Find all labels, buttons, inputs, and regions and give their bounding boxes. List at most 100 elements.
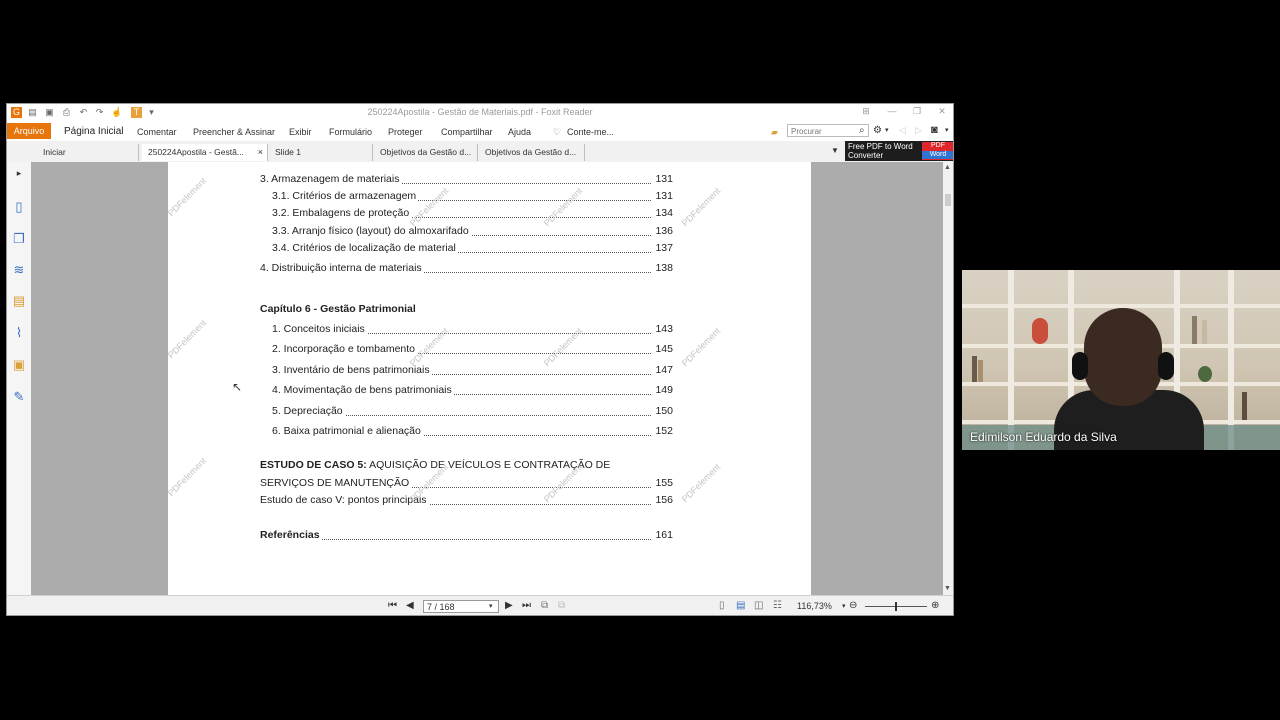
toc-entry[interactable]: 5. Depreciação 150 (260, 404, 673, 418)
menu-help[interactable]: Ajuda (508, 127, 531, 137)
zoom-dropdown-icon[interactable]: ▾ (842, 602, 846, 610)
tab-objetivos-1[interactable]: Objetivos da Gestão d... (374, 144, 478, 161)
comments-icon[interactable]: ▤ (12, 294, 26, 308)
close-button[interactable]: ✕ (935, 106, 949, 117)
person-head (1084, 308, 1162, 406)
scroll-thumb[interactable] (945, 194, 951, 206)
menu-share[interactable]: Compartilhar (441, 127, 493, 137)
next-page-icon[interactable]: ▶ (505, 600, 513, 611)
badge-pdf: PDF (931, 142, 945, 149)
document-area[interactable]: 3. Armazenagem de materiais 131 3.1. Cri… (31, 162, 943, 595)
scroll-up-icon[interactable]: ▲ (944, 164, 951, 171)
book (972, 356, 977, 382)
tab-slide-1[interactable]: Slide 1 (269, 144, 373, 161)
minimize-button[interactable]: — (885, 106, 899, 116)
zoom-level[interactable]: 116,73% (797, 601, 832, 611)
file-menu-button[interactable]: Arquivo (7, 123, 51, 139)
toc-label: 3.2. Embalagens de proteção (272, 206, 412, 220)
signature-icon[interactable]: ✎ (12, 390, 26, 404)
account-dropdown-icon[interactable]: ▾ (945, 126, 949, 134)
zoom-in-icon[interactable]: ⊕ (931, 600, 939, 611)
tab-start[interactable]: Iniciar (37, 144, 139, 161)
facing-page-icon[interactable]: ◫ (754, 600, 763, 611)
menu-form[interactable]: Formulário (329, 127, 372, 137)
find-folder-icon[interactable]: ▰ (771, 127, 778, 138)
zoom-slider-knob[interactable] (895, 602, 897, 611)
tab-close-icon[interactable]: × (258, 144, 263, 161)
previous-page-icon[interactable]: ◀ (406, 600, 414, 611)
toc-page: 152 (652, 424, 673, 438)
toc-label: SERVIÇOS DE MANUTENÇÃO (260, 476, 412, 490)
toc-entry[interactable]: 4. Distribuição interna de materiais 138 (260, 261, 673, 275)
menu-view[interactable]: Exibir (289, 127, 312, 137)
zoom-slider[interactable] (865, 602, 927, 611)
settings-dropdown-icon[interactable]: ▾ (885, 126, 889, 134)
tab-apostila[interactable]: 250224Apostila - Gestã... × (142, 144, 268, 161)
vertical-scrollbar[interactable]: ▲ ▼ (943, 162, 953, 595)
toc-entry[interactable]: Referências 161 (260, 528, 673, 542)
zoom-out-icon[interactable]: ⊖ (849, 600, 857, 611)
toc-page: 137 (652, 241, 673, 255)
forward-arrow-icon[interactable]: ▷ (915, 125, 922, 136)
single-page-icon[interactable]: ▯ (719, 600, 725, 611)
user-account-icon[interactable]: ◙ (931, 124, 938, 136)
menu-protect[interactable]: Proteger (388, 127, 423, 137)
last-page-icon[interactable]: ⏭ (522, 600, 531, 611)
chapter-heading: Capítulo 6 - Gestão Patrimonial (260, 303, 416, 315)
tell-me-input[interactable]: Conte-me... (567, 127, 614, 137)
pdf-to-word-promo[interactable]: Free PDF to Word Converter PDF Word (845, 141, 953, 161)
toc-entry[interactable]: 3.4. Critérios de localização de materia… (260, 241, 673, 255)
toc-entry[interactable]: 3.2. Embalagens de proteção 134 (260, 206, 673, 220)
toc-entry[interactable]: 3. Armazenagem de materiais 131 (260, 172, 673, 186)
toc-page: 131 (652, 172, 673, 186)
toc-label: 6. Baixa patrimonial e alienação (272, 424, 423, 438)
toc-entry[interactable]: 1. Conceitos iniciais 143 (260, 322, 673, 336)
next-view-icon[interactable]: ⧉ (558, 600, 565, 611)
search-input[interactable]: Procurar (787, 124, 869, 137)
toc-entry[interactable]: 6. Baixa patrimonial e alienação 152 (260, 424, 673, 438)
toc-entry[interactable]: SERVIÇOS DE MANUTENÇÃO 155 (260, 476, 673, 490)
menu-home[interactable]: Página Inicial (64, 126, 123, 137)
first-page-icon[interactable]: ⏮ (388, 600, 397, 611)
restore-layout-icon[interactable]: ⊞ (859, 106, 873, 117)
tab-list-dropdown-icon[interactable]: ▼ (831, 146, 839, 155)
toc-entry[interactable]: Estudo de caso V: pontos principais 156 (260, 493, 673, 507)
toc-label: 4. Movimentação de bens patrimoniais (272, 383, 454, 397)
webcam-video[interactable]: Edimilson Eduardo da Silva (962, 270, 1280, 450)
continuous-facing-icon[interactable]: ☷ (773, 600, 782, 611)
page-dropdown-icon[interactable]: ▾ (489, 602, 493, 610)
toc-entry[interactable]: 3.1. Critérios de armazenagem 131 (260, 189, 673, 203)
bookmarks-icon[interactable]: ▯ (12, 200, 26, 214)
back-arrow-icon[interactable]: ◁ (899, 125, 906, 136)
scroll-down-icon[interactable]: ▼ (944, 585, 951, 592)
headset-icon (1072, 352, 1088, 380)
layers-icon[interactable]: ≋ (12, 263, 26, 277)
toc-page: 156 (652, 493, 673, 507)
previous-view-icon[interactable]: ⧉ (541, 600, 548, 611)
toc-page: 145 (652, 342, 673, 356)
toc-entry[interactable]: 3.3. Arranjo físico (layout) do almoxari… (260, 224, 673, 238)
toc-page: 138 (652, 261, 673, 275)
search-icon[interactable]: ⌕ (859, 125, 865, 136)
settings-gear-icon[interactable]: ⚙ (873, 125, 882, 136)
security-lock-icon[interactable]: ▣ (12, 358, 26, 372)
badge-word: Word (922, 151, 953, 159)
lightbulb-icon: ♡ (553, 127, 562, 137)
tab-label: Objetivos da Gestão d... (380, 147, 472, 157)
toc-entry[interactable]: 2. Incorporação e tombamento 145 (260, 342, 673, 356)
toc-entry[interactable]: 4. Movimentação de bens patrimoniais 149 (260, 383, 673, 397)
menu-comment[interactable]: Comentar (137, 127, 177, 137)
maximize-button[interactable]: ❐ (910, 106, 924, 117)
page-number-input[interactable]: 7 / 168 (423, 600, 499, 613)
attachments-icon[interactable]: ⌇ (12, 326, 26, 340)
tab-objetivos-2[interactable]: Objetivos da Gestão d... (479, 144, 585, 161)
expand-panel-icon[interactable]: ▸ (12, 166, 26, 180)
toc-entry[interactable]: 3. Inventário de bens patrimoniais 147 (260, 363, 673, 377)
menu-fill-sign[interactable]: Preencher & Assinar (193, 127, 275, 137)
continuous-page-icon[interactable]: ▤ (736, 600, 745, 611)
toc-page: 147 (652, 363, 673, 377)
pages-thumbnail-icon[interactable]: ❐ (12, 232, 26, 246)
toc-page: 149 (652, 383, 673, 397)
toc-page: 143 (652, 322, 673, 336)
toc-label: 1. Conceitos iniciais (272, 322, 367, 336)
